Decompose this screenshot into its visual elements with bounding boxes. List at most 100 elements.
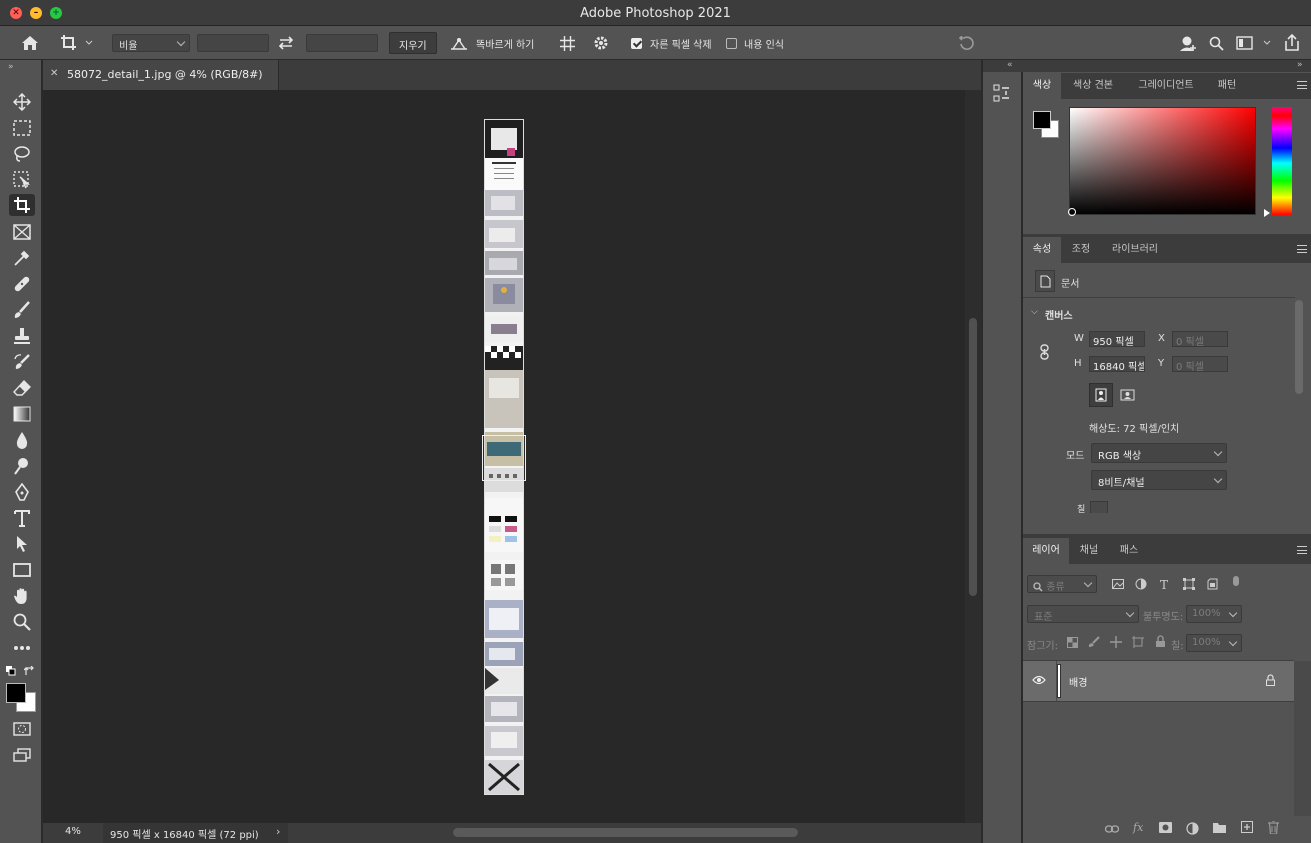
delete-layer-icon[interactable]: [1268, 820, 1279, 837]
export-icon[interactable]: [1282, 33, 1302, 53]
canvas-x-field[interactable]: 0 픽셀: [1172, 331, 1228, 347]
lock-image-pixels-icon[interactable]: [1088, 636, 1100, 651]
new-group-icon[interactable]: [1213, 822, 1226, 836]
content-aware-checkbox[interactable]: [726, 38, 737, 49]
properties-panel-menu-icon[interactable]: [1297, 245, 1307, 253]
hue-slider-handle[interactable]: [1264, 209, 1270, 217]
ratio-width-input[interactable]: [197, 34, 269, 52]
canvas-area[interactable]: [43, 90, 965, 823]
layer-visibility-eye-icon[interactable]: [1032, 675, 1046, 688]
tab-channels[interactable]: 채널: [1069, 538, 1109, 564]
vertical-scrollbar[interactable]: [965, 90, 981, 823]
landscape-orientation-button[interactable]: [1117, 386, 1137, 404]
default-colors-icon[interactable]: [6, 666, 16, 679]
lasso-tool-icon[interactable]: [9, 143, 35, 165]
canvas-y-field[interactable]: 0 픽셀: [1172, 356, 1228, 372]
home-icon[interactable]: [20, 34, 40, 52]
clear-button[interactable]: 지우기: [389, 32, 437, 54]
quick-mask-icon[interactable]: [9, 718, 35, 740]
canvas-collapse-chevron-icon[interactable]: ⌵: [1031, 307, 1038, 317]
swap-colors-icon[interactable]: [23, 665, 35, 680]
color-panel-foreground-swatch[interactable]: [1033, 111, 1051, 129]
canvas-height-field[interactable]: 16840 픽셀: [1089, 356, 1145, 372]
swap-icon[interactable]: [277, 35, 295, 51]
color-panel-menu-icon[interactable]: [1297, 81, 1307, 89]
color-mode-select[interactable]: RGB 색상: [1091, 443, 1227, 463]
portrait-orientation-button[interactable]: [1089, 383, 1113, 407]
move-tool-icon[interactable]: [9, 91, 35, 113]
tab-paths[interactable]: 패스: [1109, 538, 1149, 564]
opacity-field[interactable]: 100%: [1186, 605, 1242, 623]
workspace-icon[interactable]: [1236, 34, 1274, 52]
gear-icon[interactable]: [591, 34, 611, 52]
layer-filter-select[interactable]: 종류: [1027, 575, 1097, 593]
tab-adjustments[interactable]: 조정: [1061, 237, 1101, 263]
type-tool-icon[interactable]: [9, 507, 35, 529]
hue-slider[interactable]: [1272, 107, 1292, 215]
collapse-dock-icon[interactable]: «: [1007, 60, 1013, 70]
ratio-select[interactable]: 비율: [112, 34, 190, 52]
filter-adjustment-layer-icon[interactable]: [1135, 578, 1147, 593]
collapse-tools-icon[interactable]: »: [8, 62, 14, 72]
color-field-picker[interactable]: [1068, 208, 1076, 216]
color-field[interactable]: [1069, 107, 1256, 215]
straighten-label[interactable]: 똑바르게 하기: [476, 26, 534, 60]
search-icon[interactable]: [1207, 34, 1225, 52]
crop-handle-right-left[interactable]: [482, 435, 526, 481]
clone-stamp-tool-icon[interactable]: [9, 325, 35, 347]
lock-all-icon[interactable]: [1155, 635, 1166, 650]
object-select-tool-icon[interactable]: [9, 169, 35, 191]
filter-shape-layer-icon[interactable]: [1183, 578, 1195, 593]
layers-panel-menu-icon[interactable]: [1297, 546, 1307, 554]
screen-mode-icon[interactable]: [9, 744, 35, 766]
lock-artboard-icon[interactable]: [1132, 636, 1144, 651]
tab-properties[interactable]: 속성: [1023, 237, 1061, 263]
filter-toggle-icon[interactable]: [1233, 576, 1239, 586]
tab-gradients[interactable]: 그레이디언트: [1125, 73, 1207, 99]
rectangle-tool-icon[interactable]: [9, 559, 35, 581]
brush-tool-icon[interactable]: [9, 299, 35, 321]
tab-patterns[interactable]: 패턴: [1207, 73, 1247, 99]
marquee-tool-icon[interactable]: [9, 117, 35, 139]
bit-depth-select[interactable]: 8비트/채널: [1091, 470, 1227, 490]
dodge-tool-icon[interactable]: [9, 455, 35, 477]
lock-position-icon[interactable]: [1110, 636, 1122, 651]
blur-tool-icon[interactable]: [9, 429, 35, 451]
tab-swatches[interactable]: 색상 견본: [1061, 73, 1125, 99]
link-dimensions-icon[interactable]: [1040, 344, 1050, 363]
new-layer-icon[interactable]: [1241, 821, 1253, 836]
straighten-icon[interactable]: [449, 36, 469, 50]
properties-scroll-thumb[interactable]: [1295, 300, 1303, 394]
close-tab-icon[interactable]: ✕: [50, 68, 58, 79]
reset-icon[interactable]: [956, 35, 976, 51]
history-icon[interactable]: [993, 84, 1011, 107]
overlay-grid-icon[interactable]: [557, 34, 577, 52]
more-tools-icon[interactable]: [9, 637, 35, 659]
filter-pixel-layer-icon[interactable]: [1112, 579, 1124, 592]
history-brush-tool-icon[interactable]: [9, 351, 35, 373]
canvas-width-field[interactable]: 950 픽셀: [1089, 331, 1145, 347]
blend-mode-select[interactable]: 표준: [1027, 605, 1139, 623]
delete-cropped-checkbox[interactable]: [631, 38, 642, 49]
link-layers-icon[interactable]: [1104, 824, 1120, 837]
layer-name[interactable]: 배경: [1069, 674, 1087, 689]
eyedropper-tool-icon[interactable]: [9, 247, 35, 269]
tab-layers[interactable]: 레이어: [1023, 538, 1069, 564]
healing-brush-tool-icon[interactable]: [9, 273, 35, 295]
tab-color[interactable]: 색상: [1023, 73, 1061, 99]
hand-tool-icon[interactable]: [9, 585, 35, 607]
layer-lock-icon[interactable]: [1265, 674, 1276, 689]
new-adjustment-layer-icon[interactable]: [1186, 822, 1199, 838]
layer-style-fx-icon[interactable]: fx: [1133, 821, 1143, 834]
zoom-level[interactable]: 4%: [65, 826, 81, 837]
crop-tool-icon[interactable]: [9, 194, 35, 216]
ratio-height-input[interactable]: [306, 34, 378, 52]
share-user-icon[interactable]: [1178, 34, 1198, 52]
background-fill-swatch[interactable]: [1090, 501, 1108, 513]
layer-row[interactable]: 배경: [1023, 661, 1294, 701]
gradient-tool-icon[interactable]: [9, 403, 35, 425]
tab-libraries[interactable]: 라이브러리: [1101, 237, 1169, 263]
document-tab[interactable]: ✕ 58072_detail_1.jpg @ 4% (RGB/8#): [43, 60, 279, 90]
crop-tool-preset-icon[interactable]: [60, 34, 94, 52]
filter-smart-object-icon[interactable]: [1207, 578, 1219, 593]
